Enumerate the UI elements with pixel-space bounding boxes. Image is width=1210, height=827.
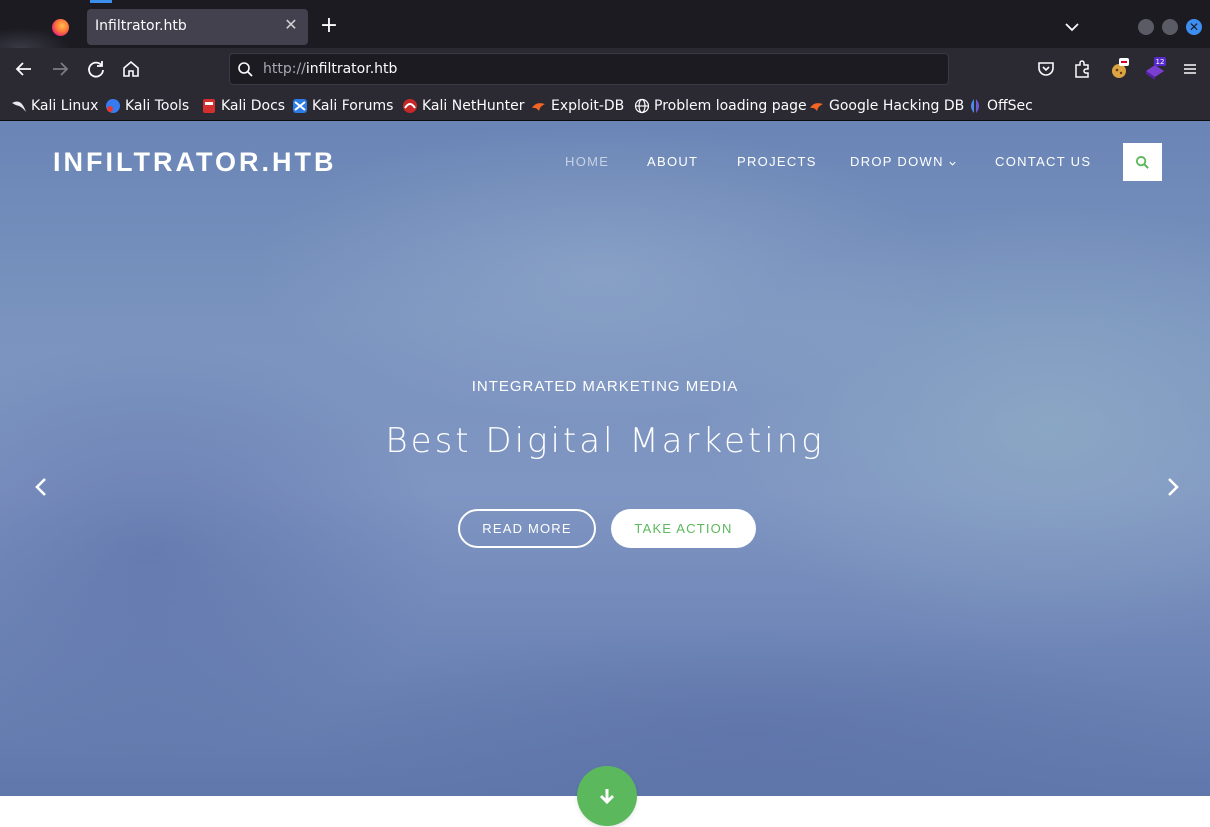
extension-badge: 12 bbox=[1156, 58, 1165, 66]
globe-icon bbox=[634, 98, 650, 114]
bookmarks-toolbar: Kali Linux Kali Tools Kali Docs Kali For… bbox=[0, 90, 1210, 121]
tab-close-icon[interactable]: ✕ bbox=[282, 16, 300, 34]
hero-section: INFILTRATOR.HTB HOME ABOUT PROJECTS DROP… bbox=[0, 121, 1210, 796]
bookmark-label: Kali Forums bbox=[312, 98, 394, 114]
pocket-icon[interactable] bbox=[1034, 57, 1058, 81]
bookmark-kali-docs[interactable]: Kali Docs bbox=[201, 96, 285, 116]
url-bar[interactable]: http://infiltrator.htb bbox=[229, 53, 949, 85]
purple-extension-icon[interactable]: 12 bbox=[1143, 57, 1167, 81]
kali-dragon-icon bbox=[12, 101, 26, 112]
nav-contact-us[interactable]: CONTACT US bbox=[995, 154, 1091, 169]
read-more-button[interactable]: READ MORE bbox=[458, 509, 596, 548]
nav-about[interactable]: ABOUT bbox=[647, 154, 698, 169]
menu-hamburger-icon[interactable] bbox=[1178, 57, 1202, 81]
arrow-down-icon bbox=[599, 789, 615, 805]
ghdb-icon bbox=[810, 103, 823, 111]
bookmark-label: OffSec bbox=[987, 98, 1033, 114]
carousel-next-arrow-icon[interactable] bbox=[1162, 475, 1184, 499]
bookmark-label: Kali NetHunter bbox=[422, 98, 525, 114]
browser-tab-strip: Infiltrator.htb ✕ + ✕ bbox=[0, 0, 1210, 48]
scroll-down-button[interactable] bbox=[577, 766, 637, 826]
take-action-button[interactable]: TAKE ACTION bbox=[611, 509, 756, 548]
firefox-icon bbox=[52, 19, 69, 36]
extensions-puzzle-icon[interactable] bbox=[1070, 57, 1094, 81]
hero-subtitle: INTEGRATED MARKETING MEDIA bbox=[471, 378, 739, 395]
bookmark-label: Problem loading page bbox=[654, 98, 807, 114]
kali-tools-icon bbox=[106, 99, 120, 113]
forward-arrow-icon[interactable] bbox=[48, 57, 72, 81]
tab-list-chevron-icon[interactable] bbox=[1062, 17, 1082, 37]
url-text: http://infiltrator.htb bbox=[263, 61, 397, 77]
bookmark-problem-loading[interactable]: Problem loading page bbox=[634, 96, 807, 116]
tabstrip-indicator bbox=[90, 0, 112, 3]
search-icon bbox=[1135, 155, 1149, 169]
new-tab-button[interactable]: + bbox=[318, 15, 340, 37]
cookie-extension-icon[interactable] bbox=[1107, 57, 1131, 81]
window-maximize-button[interactable] bbox=[1162, 19, 1178, 35]
tab-infiltrator[interactable]: Infiltrator.htb ✕ bbox=[87, 9, 308, 45]
hero-headline: Best Digital Marketing bbox=[385, 421, 825, 461]
bookmark-label: Google Hacking DB bbox=[829, 98, 965, 114]
carousel-prev-arrow-icon[interactable] bbox=[30, 475, 52, 499]
kali-docs-icon bbox=[203, 99, 215, 113]
hero-cloud bbox=[300, 621, 1200, 796]
bookmark-label: Exploit-DB bbox=[551, 98, 625, 114]
url-protocol: http:// bbox=[263, 61, 306, 77]
offsec-icon bbox=[971, 99, 979, 113]
bookmark-offsec[interactable]: OffSec bbox=[967, 96, 1033, 116]
exploit-db-icon bbox=[532, 103, 545, 111]
tab-title: Infiltrator.htb bbox=[95, 18, 187, 34]
bookmark-label: Kali Docs bbox=[221, 98, 286, 114]
site-search-button[interactable] bbox=[1123, 143, 1162, 181]
back-arrow-icon[interactable] bbox=[12, 57, 36, 81]
kali-forums-icon bbox=[293, 99, 307, 113]
window-close-button[interactable]: ✕ bbox=[1186, 19, 1202, 35]
nav-projects[interactable]: PROJECTS bbox=[737, 154, 817, 169]
bookmark-label: Kali Tools bbox=[125, 98, 190, 114]
bookmark-kali-tools[interactable]: Kali Tools bbox=[105, 96, 189, 116]
nav-home[interactable]: HOME bbox=[565, 154, 609, 169]
bookmark-label: Kali Linux bbox=[31, 98, 99, 114]
nav-drop-down-label: DROP DOWN bbox=[850, 154, 944, 169]
bookmark-kali-forums[interactable]: Kali Forums bbox=[292, 96, 393, 116]
reload-icon[interactable] bbox=[84, 57, 108, 81]
home-icon[interactable] bbox=[119, 57, 143, 81]
window-minimize-button[interactable] bbox=[1138, 19, 1154, 35]
bookmark-google-hacking-db[interactable]: Google Hacking DB bbox=[809, 96, 964, 116]
bookmark-kali-linux[interactable]: Kali Linux bbox=[11, 96, 98, 116]
site-logo[interactable]: INFILTRATOR.HTB bbox=[53, 147, 336, 178]
url-host: infiltrator.htb bbox=[305, 61, 398, 77]
chevron-down-icon bbox=[949, 161, 956, 166]
browser-nav-toolbar: http://infiltrator.htb 12 bbox=[0, 48, 1210, 90]
bookmark-kali-nethunter[interactable]: Kali NetHunter bbox=[402, 96, 524, 116]
bookmark-exploit-db[interactable]: Exploit-DB bbox=[531, 96, 624, 116]
nethunter-icon bbox=[403, 99, 417, 113]
search-icon bbox=[238, 62, 253, 77]
nav-drop-down[interactable]: DROP DOWN bbox=[850, 154, 944, 169]
